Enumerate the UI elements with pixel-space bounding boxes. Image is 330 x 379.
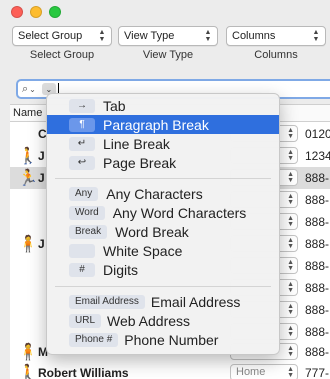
updown-icon: ▲ ▼ (287, 345, 294, 358)
menu-item-label: Any Word Characters (112, 204, 247, 221)
updown-icon: ▲ ▼ (287, 259, 294, 272)
columns-value: Columns (232, 30, 276, 42)
view-type-popup[interactable]: View Type ▲ ▼ (118, 26, 218, 46)
phone-number[interactable]: 777- (305, 366, 329, 379)
contact-name: Robert Williams (38, 366, 129, 379)
updown-icon: ▲ ▼ (287, 303, 294, 316)
pattern-token: Any (69, 186, 99, 201)
pattern-token: ↵ (69, 136, 95, 151)
menu-item-tab[interactable]: → Tab (47, 96, 279, 115)
updown-icon: ▲ ▼ (287, 171, 294, 184)
standing-figure-icon: 🧍 (18, 236, 38, 253)
window-controls (11, 6, 61, 18)
chevron-down-icon[interactable]: ⌄ (29, 85, 36, 94)
phone-number[interactable]: 0120 (305, 127, 330, 141)
contact-name: J (38, 171, 45, 185)
walking-figure-icon: 🚶 (18, 148, 38, 165)
phone-number[interactable]: 888- (305, 193, 329, 207)
menu-item-email-address[interactable]: Email Address Email Address (47, 292, 279, 311)
menu-item-label: Line Break (103, 135, 170, 152)
close-button[interactable] (11, 6, 23, 18)
updown-icon: ▲ ▼ (98, 29, 106, 43)
toolbar: Select Group ▲ ▼ Select Group View Type ▲… (0, 26, 330, 66)
updown-icon: ▲ ▼ (287, 281, 294, 294)
phone-number[interactable]: 888- (305, 303, 329, 317)
updown-icon: ▲ ▼ (287, 149, 294, 162)
columns-popup[interactable]: Columns ▲ ▼ (226, 26, 326, 46)
contact-name: J (38, 237, 45, 251)
contact-name: J (38, 149, 45, 163)
insert-pattern-menu: → Tab ¶ Paragraph Break ↵ Line Break ↩ Page Bre… (46, 93, 280, 355)
pattern-token: URL (69, 313, 102, 328)
phone-type-popup[interactable]: Home ▲ ▼ (230, 364, 298, 379)
menu-item-web-address[interactable]: URL Web Address (47, 311, 279, 330)
standing-figure-icon: 🧍 (18, 344, 38, 361)
columns-control: Columns ▲ ▼ Columns (226, 26, 326, 61)
table-row[interactable]: 🚶 Robert Williams Home ▲ ▼ 777- (10, 362, 330, 379)
menu-item-paragraph-break[interactable]: ¶ Paragraph Break (47, 115, 279, 134)
updown-icon: ▲ ▼ (312, 29, 320, 43)
updown-icon: ▲ ▼ (287, 237, 294, 250)
pattern-token: # (69, 262, 95, 277)
select-group-value: Select Group (18, 30, 83, 42)
menu-item-label: Page Break (103, 154, 177, 171)
select-group-label: Select Group (29, 49, 95, 61)
menu-item-any-characters[interactable]: Any Any Characters (47, 184, 279, 203)
updown-icon: ▲ ▼ (287, 325, 294, 338)
pattern-token: ↩ (69, 155, 95, 170)
menu-item-label: White Space (103, 242, 183, 259)
phone-number[interactable]: 888- (305, 281, 329, 295)
walking-figure-icon: 🚶 (18, 365, 38, 379)
menu-item-word-break[interactable]: Break Word Break (47, 222, 279, 241)
phone-number[interactable]: 888- (305, 259, 329, 273)
menu-item-label: Email Address (150, 293, 241, 310)
phone-number[interactable]: 888- (305, 345, 329, 359)
menu-item-label: Word Break (115, 223, 189, 240)
pattern-token: Phone # (69, 332, 119, 347)
menu-item-label: Any Characters (106, 185, 203, 202)
updown-icon: ▲ ▼ (287, 193, 294, 206)
menu-item-any-word-characters[interactable]: Word Any Word Characters (47, 203, 279, 222)
menu-item-label: Digits (103, 261, 139, 278)
menu-item-line-break[interactable]: ↵ Line Break (47, 134, 279, 153)
search-icon[interactable]: ⌕ (22, 83, 28, 96)
columns-label: Columns (254, 49, 298, 61)
phone-number[interactable]: 888- (305, 171, 329, 185)
view-type-value: View Type (124, 30, 175, 42)
phone-number[interactable]: 1234 (305, 149, 330, 163)
menu-item-label: Paragraph Break (103, 116, 209, 133)
phone-number[interactable]: 888- (305, 215, 329, 229)
updown-icon: ▲ ▼ (287, 215, 294, 228)
menu-separator (55, 178, 271, 179)
view-type-label: View Type (142, 49, 194, 61)
menu-item-digits[interactable]: # Digits (47, 260, 279, 279)
app-window: Select Group ▲ ▼ Select Group View Type ▲… (0, 0, 330, 379)
menu-item-label: Phone Number (124, 331, 219, 348)
menu-item-label: Web Address (107, 312, 191, 329)
select-group-control: Select Group ▲ ▼ Select Group (12, 26, 112, 61)
phone-number[interactable]: 888- (305, 237, 329, 251)
menu-item-label: Tab (103, 97, 126, 114)
menu-separator (55, 286, 271, 287)
menu-item-white-space[interactable]: White Space (47, 241, 279, 260)
pattern-token: Word (69, 205, 105, 220)
menu-item-page-break[interactable]: ↩ Page Break (47, 153, 279, 172)
menu-item-phone-number[interactable]: Phone # Phone Number (47, 330, 279, 349)
minimize-button[interactable] (30, 6, 42, 18)
pattern-token: → (69, 98, 95, 113)
running-figure-icon: 🏃 (18, 170, 38, 187)
phone-number[interactable]: 888- (305, 325, 329, 339)
pattern-token: ¶ (69, 117, 95, 132)
updown-icon: ▲ ▼ (287, 366, 294, 379)
zoom-button[interactable] (49, 6, 61, 18)
select-group-popup[interactable]: Select Group ▲ ▼ (12, 26, 112, 46)
view-type-control: View Type ▲ ▼ View Type (118, 26, 218, 61)
updown-icon: ▲ ▼ (287, 127, 294, 140)
updown-icon: ▲ ▼ (204, 29, 212, 43)
pattern-token: Email Address (69, 294, 145, 309)
pattern-token: Break (69, 224, 108, 239)
pattern-token (69, 243, 95, 258)
